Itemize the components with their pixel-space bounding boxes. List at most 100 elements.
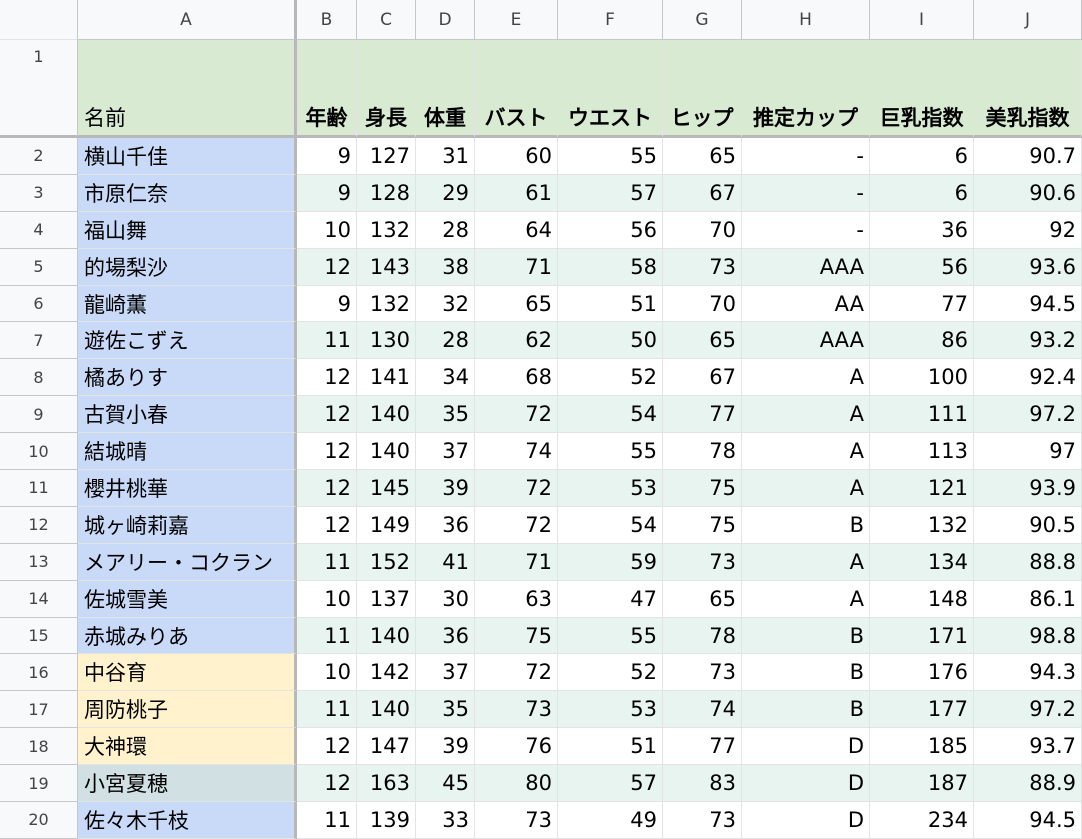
cell-height[interactable]: 141: [357, 359, 416, 397]
cell-weight[interactable]: 39: [416, 728, 475, 766]
cell-bust[interactable]: 76: [475, 728, 558, 766]
cell-hip[interactable]: 67: [663, 359, 742, 397]
cell-cup[interactable]: A: [742, 543, 870, 581]
cell-weight[interactable]: 29: [416, 174, 475, 212]
cell-hip[interactable]: 74: [663, 691, 742, 729]
cell-name[interactable]: 結城晴: [78, 433, 297, 471]
cell-height[interactable]: 132: [357, 211, 416, 249]
cell-hip[interactable]: 67: [663, 174, 742, 212]
row-header-16[interactable]: 16: [0, 654, 78, 692]
cell-height[interactable]: 140: [357, 433, 416, 471]
cell-waist[interactable]: 55: [558, 138, 663, 175]
cell-cup[interactable]: A: [742, 433, 870, 471]
cell-kyonyu-index[interactable]: 86: [870, 322, 974, 360]
row-header-13[interactable]: 13: [0, 543, 78, 581]
cell-weight[interactable]: 36: [416, 617, 475, 655]
header-cell-cup[interactable]: 推定カップ: [742, 40, 870, 138]
column-header-h[interactable]: H: [742, 0, 870, 40]
cell-height[interactable]: 137: [357, 580, 416, 618]
cell-age[interactable]: 9: [297, 285, 357, 323]
row-header-20[interactable]: 20: [0, 802, 78, 839]
cell-age[interactable]: 11: [297, 691, 357, 729]
cell-weight[interactable]: 37: [416, 654, 475, 692]
header-cell-height[interactable]: 身長: [357, 40, 416, 138]
cell-bust[interactable]: 64: [475, 211, 558, 249]
cell-bust[interactable]: 71: [475, 543, 558, 581]
cell-hip[interactable]: 73: [663, 654, 742, 692]
row-header-8[interactable]: 8: [0, 359, 78, 397]
cell-weight[interactable]: 32: [416, 285, 475, 323]
cell-cup[interactable]: AAA: [742, 322, 870, 360]
cell-age[interactable]: 12: [297, 433, 357, 471]
cell-waist[interactable]: 54: [558, 396, 663, 434]
cell-age[interactable]: 12: [297, 765, 357, 803]
cell-name[interactable]: 福山舞: [78, 211, 297, 249]
cell-waist[interactable]: 49: [558, 802, 663, 839]
cell-waist[interactable]: 55: [558, 433, 663, 471]
cell-binyu-index[interactable]: 88.8: [974, 543, 1082, 581]
cell-weight[interactable]: 39: [416, 470, 475, 507]
cell-hip[interactable]: 73: [663, 248, 742, 286]
cell-weight[interactable]: 35: [416, 691, 475, 729]
column-header-c[interactable]: C: [357, 0, 416, 40]
cell-height[interactable]: 142: [357, 654, 416, 692]
cell-hip[interactable]: 75: [663, 470, 742, 507]
cell-waist[interactable]: 53: [558, 691, 663, 729]
cell-height[interactable]: 140: [357, 691, 416, 729]
cell-waist[interactable]: 57: [558, 765, 663, 803]
cell-waist[interactable]: 57: [558, 174, 663, 212]
cell-waist[interactable]: 58: [558, 248, 663, 286]
cell-name[interactable]: 古賀小春: [78, 396, 297, 434]
cell-name[interactable]: 中谷育: [78, 654, 297, 692]
cell-weight[interactable]: 31: [416, 138, 475, 175]
cell-binyu-index[interactable]: 97: [974, 433, 1082, 471]
cell-kyonyu-index[interactable]: 234: [870, 802, 974, 839]
cell-bust[interactable]: 62: [475, 322, 558, 360]
cell-age[interactable]: 11: [297, 617, 357, 655]
cell-height[interactable]: 140: [357, 617, 416, 655]
cell-height[interactable]: 128: [357, 174, 416, 212]
cell-name[interactable]: メアリー・コクラン: [78, 543, 297, 581]
cell-name[interactable]: 赤城みりあ: [78, 617, 297, 655]
cell-weight[interactable]: 33: [416, 802, 475, 839]
cell-height[interactable]: 130: [357, 322, 416, 360]
column-header-a[interactable]: A: [78, 0, 297, 40]
cell-weight[interactable]: 36: [416, 506, 475, 544]
cell-bust[interactable]: 72: [475, 654, 558, 692]
cell-age[interactable]: 10: [297, 580, 357, 618]
row-header-3[interactable]: 3: [0, 174, 78, 212]
cell-weight[interactable]: 35: [416, 396, 475, 434]
cell-weight[interactable]: 30: [416, 580, 475, 618]
cell-waist[interactable]: 52: [558, 359, 663, 397]
cell-bust[interactable]: 68: [475, 359, 558, 397]
column-header-e[interactable]: E: [475, 0, 558, 40]
cell-age[interactable]: 12: [297, 470, 357, 507]
cell-kyonyu-index[interactable]: 134: [870, 543, 974, 581]
header-cell-waist[interactable]: ウエスト: [558, 40, 663, 138]
cell-age[interactable]: 12: [297, 248, 357, 286]
cell-cup[interactable]: D: [742, 728, 870, 766]
cell-binyu-index[interactable]: 90.7: [974, 138, 1082, 175]
cell-cup[interactable]: D: [742, 765, 870, 803]
cell-weight[interactable]: 38: [416, 248, 475, 286]
column-header-g[interactable]: G: [663, 0, 742, 40]
cell-name[interactable]: 小宮夏穂: [78, 765, 297, 803]
cell-height[interactable]: 147: [357, 728, 416, 766]
cell-binyu-index[interactable]: 94.5: [974, 802, 1082, 839]
cell-bust[interactable]: 74: [475, 433, 558, 471]
cell-cup[interactable]: D: [742, 802, 870, 839]
cell-hip[interactable]: 70: [663, 211, 742, 249]
cell-weight[interactable]: 41: [416, 543, 475, 581]
cell-bust[interactable]: 63: [475, 580, 558, 618]
cell-age[interactable]: 12: [297, 359, 357, 397]
cell-age[interactable]: 9: [297, 174, 357, 212]
cell-kyonyu-index[interactable]: 187: [870, 765, 974, 803]
header-cell-age[interactable]: 年齢: [297, 40, 357, 138]
cell-binyu-index[interactable]: 86.1: [974, 580, 1082, 618]
cell-hip[interactable]: 75: [663, 506, 742, 544]
cell-kyonyu-index[interactable]: 132: [870, 506, 974, 544]
cell-kyonyu-index[interactable]: 121: [870, 470, 974, 507]
cell-hip[interactable]: 78: [663, 433, 742, 471]
cell-waist[interactable]: 51: [558, 285, 663, 323]
cell-binyu-index[interactable]: 97.2: [974, 396, 1082, 434]
